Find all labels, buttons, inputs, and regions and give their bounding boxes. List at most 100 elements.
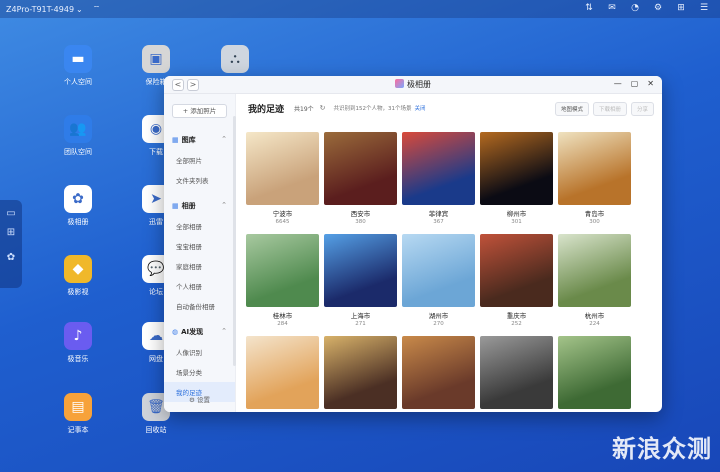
desktop-icon[interactable]: ✿ 极相册 bbox=[48, 185, 108, 227]
refresh-icon[interactable]: ↻ bbox=[320, 104, 326, 112]
place-photo-count: 6645 bbox=[275, 219, 290, 225]
message-icon[interactable]: ✉ bbox=[606, 2, 618, 14]
place-photo bbox=[324, 234, 397, 307]
desktop-icon[interactable]: ♪ 极音乐 bbox=[48, 322, 108, 364]
close-icon[interactable]: ✕ bbox=[647, 79, 654, 88]
place-photo bbox=[246, 132, 319, 205]
section-icon: ▦ bbox=[172, 202, 179, 210]
sliders-icon[interactable]: ⇅ bbox=[583, 2, 595, 14]
sidebar-item[interactable]: 全部相册 bbox=[164, 216, 235, 236]
place-photo bbox=[480, 336, 553, 409]
share-button[interactable]: 分享 bbox=[630, 102, 654, 116]
desktop-icon-label: 极相册 bbox=[67, 218, 89, 226]
place-card[interactable] bbox=[246, 336, 319, 409]
collapse-icon[interactable]: ⌃ bbox=[221, 135, 227, 145]
place-count: 共19个 bbox=[294, 105, 314, 113]
map-mode-button[interactable]: 地图模式 bbox=[554, 102, 589, 116]
place-card[interactable]: 西安市 380 bbox=[324, 132, 397, 225]
place-card[interactable] bbox=[402, 336, 475, 409]
monitor-icon[interactable]: ▭ bbox=[0, 208, 22, 219]
page-title: 我的足迹 bbox=[248, 104, 285, 115]
download-album-button[interactable]: 下载相册 bbox=[592, 102, 627, 116]
place-card[interactable]: 柳州市 301 bbox=[480, 132, 553, 225]
device-caret-icon[interactable]: ⌄ bbox=[76, 5, 83, 14]
sidebar-section-title: 图库 bbox=[181, 136, 196, 144]
desktop-icon-label: 记事本 bbox=[67, 426, 89, 434]
place-card[interactable]: 上海市 271 bbox=[324, 234, 397, 327]
place-name: 宁波市 bbox=[272, 210, 293, 218]
desktop-icon-label: 个人空间 bbox=[64, 78, 92, 86]
user-icon[interactable]: ◔ bbox=[629, 2, 641, 14]
gear-icon[interactable]: ⚙ bbox=[652, 2, 664, 14]
place-card[interactable]: 杭州市 224 bbox=[558, 234, 631, 327]
place-card[interactable]: 桂林市 284 bbox=[246, 234, 319, 327]
settings-button[interactable]: ⚙ 设置 bbox=[164, 394, 235, 404]
wifi-icon: ⌔ bbox=[92, 4, 101, 13]
menu-icon[interactable]: ☰ bbox=[698, 2, 710, 14]
place-name: 青岛市 bbox=[584, 210, 605, 218]
place-photo-count: 224 bbox=[589, 321, 600, 327]
desktop-icon[interactable]: 👥 团队空间 bbox=[48, 115, 108, 157]
desktop-icon[interactable]: ⛬ bbox=[205, 45, 265, 77]
place-photo-count: 271 bbox=[355, 321, 366, 327]
sidebar-item[interactable]: 场景分类 bbox=[164, 362, 235, 382]
place-card[interactable] bbox=[480, 336, 553, 409]
sidebar-item[interactable]: 自动备份相册 bbox=[164, 296, 235, 316]
sidebar-section-title: 相册 bbox=[181, 202, 196, 210]
place-photo-count: 252 bbox=[511, 321, 522, 327]
place-photo-count: 284 bbox=[277, 321, 288, 327]
place-card[interactable]: 青岛市 300 bbox=[558, 132, 631, 225]
app-icon: 👥 bbox=[64, 115, 92, 143]
desktop-icon[interactable]: ▬ 个人空间 bbox=[48, 45, 108, 87]
maximize-icon[interactable]: ▢ bbox=[631, 79, 639, 88]
place-photo-count: 367 bbox=[433, 219, 444, 225]
desktop-icon[interactable]: ▤ 记事本 bbox=[48, 393, 108, 435]
place-card[interactable]: 重庆市 252 bbox=[480, 234, 553, 327]
widget-grid-icon[interactable]: ⊞ bbox=[0, 227, 22, 238]
place-name: 杭州市 bbox=[584, 312, 605, 320]
album-sidebar: + 添加照片 ▦ 图库 ⌃ 全部照片 文件夹列表 ▦ 相册 ⌃ 全部相册 宝宝相册 家庭相册 个人相册… bbox=[164, 94, 236, 412]
place-photo bbox=[558, 132, 631, 205]
window-title-text: 极相册 bbox=[407, 80, 431, 89]
app-icon: ⛬ bbox=[221, 45, 249, 73]
collapse-icon[interactable]: ⌃ bbox=[221, 327, 227, 337]
place-photo bbox=[480, 234, 553, 307]
photos-dock-icon[interactable]: ✿ bbox=[0, 252, 22, 263]
sidebar-item[interactable]: 个人相册 bbox=[164, 276, 235, 296]
place-photo-count: 380 bbox=[355, 219, 366, 225]
place-photo bbox=[558, 336, 631, 409]
sidebar-section[interactable]: ◍ AI发现 ⌃ bbox=[164, 322, 235, 342]
desktop-icon[interactable]: ◆ 极影视 bbox=[48, 255, 108, 297]
place-name: 桂林市 bbox=[272, 312, 293, 320]
place-name: 湖州市 bbox=[428, 312, 449, 320]
place-photo bbox=[246, 234, 319, 307]
device-name[interactable]: Z4Pro-T91T-4949 bbox=[6, 5, 74, 14]
app-icon: ▣ bbox=[142, 45, 170, 73]
sidebar-item[interactable]: 人像识别 bbox=[164, 342, 235, 362]
app-icon: ✿ bbox=[64, 185, 92, 213]
sidebar-section[interactable]: ▦ 相册 ⌃ bbox=[164, 196, 235, 216]
place-photo-count: 300 bbox=[589, 219, 600, 225]
sidebar-item[interactable]: 家庭相册 bbox=[164, 256, 235, 276]
sidebar-section[interactable]: ▦ 图库 ⌃ bbox=[164, 130, 235, 150]
sidebar-item[interactable]: 全部照片 bbox=[164, 150, 235, 170]
desktop-icon-label: 极影视 bbox=[67, 288, 89, 296]
window-titlebar[interactable]: < > 极相册 — ▢ ✕ bbox=[164, 76, 662, 94]
sidebar-item[interactable]: 文件夹列表 bbox=[164, 170, 235, 190]
minimize-icon[interactable]: — bbox=[614, 79, 622, 88]
apps-grid-icon[interactable]: ⊞ bbox=[675, 2, 687, 14]
place-card[interactable] bbox=[324, 336, 397, 409]
place-photo bbox=[480, 132, 553, 205]
place-card[interactable]: 湖州市 270 bbox=[402, 234, 475, 327]
collapse-icon[interactable]: ⌃ bbox=[221, 201, 227, 211]
place-card[interactable] bbox=[558, 336, 631, 409]
place-card[interactable]: 宁波市 6645 bbox=[246, 132, 319, 225]
close-link[interactable]: 关闭 bbox=[415, 104, 426, 112]
desktop-icon-label: 团队空间 bbox=[64, 148, 92, 156]
add-photo-button[interactable]: + 添加照片 bbox=[172, 104, 227, 118]
app-icon: ▤ bbox=[64, 393, 92, 421]
place-card[interactable]: 菲律宾 367 bbox=[402, 132, 475, 225]
place-name: 菲律宾 bbox=[428, 210, 449, 218]
main-header: 我的足迹 共19个 ↻ 共识别到152个人物，31个场景 关闭 地图模式 下载相… bbox=[236, 94, 662, 122]
sidebar-item[interactable]: 宝宝相册 bbox=[164, 236, 235, 256]
